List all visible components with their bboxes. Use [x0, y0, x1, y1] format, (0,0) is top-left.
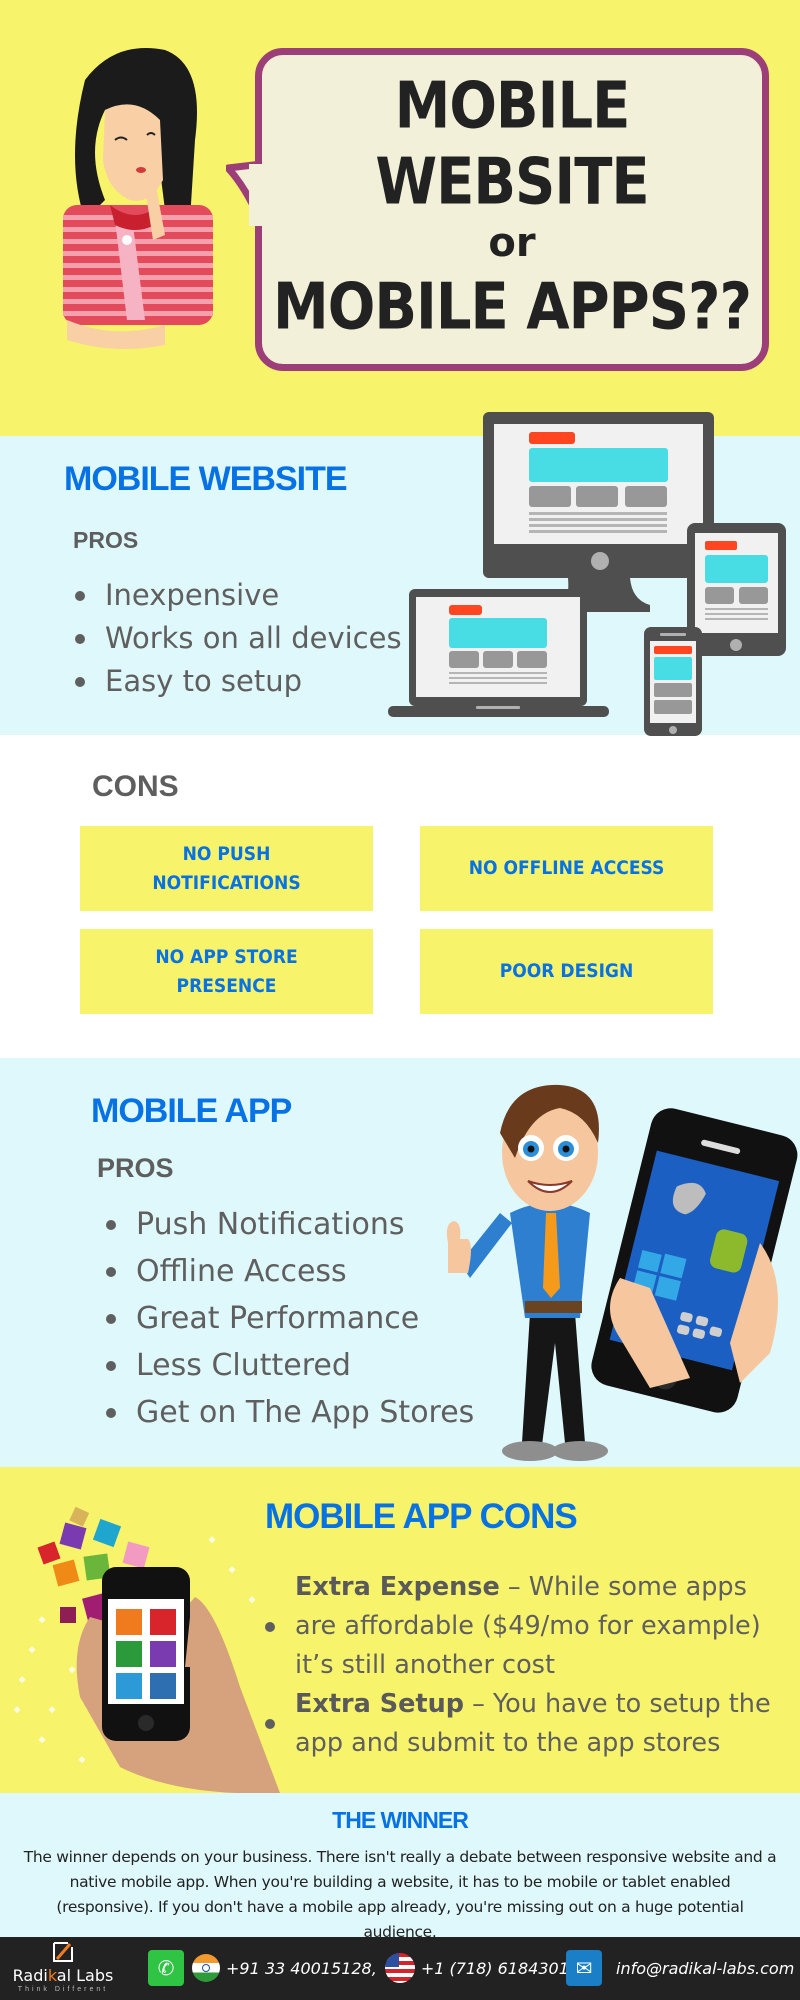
footer: Radikal Labs Think Different ✆ +91 33 40… — [0, 1937, 800, 2000]
phone-icon: ✆ — [148, 1950, 184, 1986]
hero-section: MOBILE WEBSITE or MOBILE APPS?? — [0, 0, 800, 436]
app-tile-icon — [92, 1518, 122, 1548]
logo-mark-icon — [53, 1942, 73, 1962]
mail-icon: ✉ — [566, 1950, 602, 1986]
app-pro-item: Offline Access — [105, 1248, 474, 1295]
hero-title: MOBILE WEBSITE or MOBILE APPS?? — [262, 55, 762, 364]
app-pro-item: Push Notifications — [105, 1201, 474, 1248]
phone-india[interactable]: +91 33 40015128, — [226, 1959, 377, 1978]
app-tile-icon — [122, 1541, 150, 1569]
app-cons-list: Extra Expense – While some apps are affo… — [265, 1568, 775, 1763]
winner-body: The winner depends on your business. The… — [23, 1848, 777, 1937]
app-con-item: Extra Expense – While some apps are affo… — [265, 1568, 775, 1685]
website-pros-list: Inexpensive Works on all devices Easy to… — [75, 574, 402, 703]
app-con-item: Extra Setup – You have to setup the app … — [265, 1685, 775, 1763]
contact-email: ✉ info@radikal-labs.com — [566, 1950, 794, 1986]
website-pro-item: Works on all devices — [75, 617, 402, 660]
responsive-devices-illustration — [388, 412, 786, 736]
hero-title-line1: MOBILE WEBSITE — [375, 68, 649, 220]
app-pros-label: PROS — [97, 1153, 174, 1183]
app-pro-item: Less Cluttered — [105, 1342, 474, 1389]
hand-holding-phone-illustration — [13, 1506, 280, 1793]
mobile-app-cons-section: MOBILE APP CONS Extra Expense – While so… — [0, 1467, 800, 1793]
winner-heading: THE WINNER — [332, 1807, 469, 1833]
thinking-girl-illustration — [63, 48, 213, 349]
email-link[interactable]: info@radikal-labs.com — [616, 1959, 794, 1978]
phone-us[interactable]: +1 (718) 6184301 — [421, 1959, 569, 1978]
con-box-poor-design: POOR DESIGN — [420, 929, 713, 1014]
india-flag-icon — [192, 1954, 220, 1982]
con-box-no-app-store: NO APP STORE PRESENCE — [80, 929, 373, 1014]
con-box-no-push: NO PUSH NOTIFICATIONS — [80, 826, 373, 911]
con-box-no-offline: NO OFFLINE ACCESS — [420, 826, 713, 911]
app-tile-icon — [60, 1607, 76, 1623]
contact-phones: ✆ +91 33 40015128, +1 (718) 6184301 — [148, 1950, 569, 1986]
brand-name: Radikal Labs — [12, 1966, 114, 1985]
radikal-labs-logo: Radikal Labs Think Different — [8, 1941, 118, 1993]
man-holding-phone-illustration — [446, 1084, 798, 1461]
mobile-app-heading: MOBILE APP — [91, 1092, 292, 1130]
app-pros-list: Push Notifications Offline Access Great … — [105, 1201, 474, 1436]
website-cons-heading: CONS — [92, 770, 179, 803]
mobile-app-section: MOBILE APP PROS Push Notifications Offli… — [0, 1058, 800, 1467]
app-tile-icon — [37, 1541, 61, 1565]
app-tile-icon — [52, 1559, 80, 1587]
hero-title-line2: MOBILE APPS?? — [272, 269, 752, 345]
app-con-title: Extra Expense — [295, 1572, 500, 1602]
us-flag-icon — [384, 1953, 415, 1983]
app-tile-icon — [59, 1522, 87, 1550]
website-pro-item: Inexpensive — [75, 574, 402, 617]
brand-tagline: Think Different — [17, 1986, 109, 1993]
website-cons-section: CONS NO PUSH NOTIFICATIONS NO OFFLINE AC… — [0, 735, 800, 1058]
website-pro-item: Easy to setup — [75, 660, 402, 703]
winner-section: THE WINNER The winner depends on your bu… — [0, 1793, 800, 1937]
app-pro-item: Get on The App Stores — [105, 1389, 474, 1436]
website-pros-label: PROS — [73, 527, 139, 553]
app-tile-icon — [69, 1506, 90, 1527]
app-pro-item: Great Performance — [105, 1295, 474, 1342]
mobile-website-heading: MOBILE WEBSITE — [64, 460, 348, 498]
app-con-title: Extra Setup — [295, 1689, 464, 1719]
app-cons-heading: MOBILE APP CONS — [265, 1497, 578, 1536]
